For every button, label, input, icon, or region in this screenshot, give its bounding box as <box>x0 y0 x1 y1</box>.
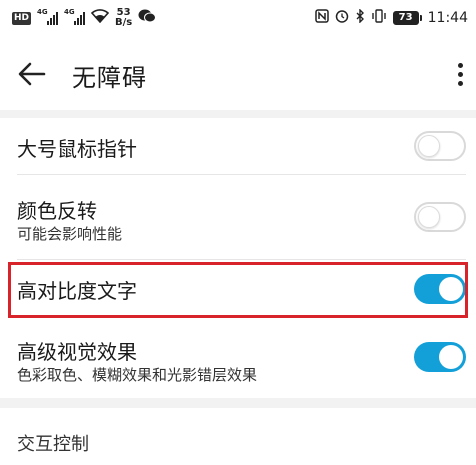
advanced-visual-effects-toggle[interactable] <box>414 342 466 372</box>
setting-title: 大号鼠标指针 <box>17 137 137 161</box>
page-title: 无障碍 <box>72 64 147 92</box>
section-divider <box>0 398 476 408</box>
signal-icon: 4G <box>37 8 59 25</box>
setting-title: 高对比度文字 <box>17 279 137 303</box>
clock: 11:44 <box>427 10 468 26</box>
arrow-left-icon <box>18 62 46 86</box>
battery-icon: 73 <box>392 11 422 25</box>
more-dot-icon <box>457 71 463 77</box>
toggle-knob <box>439 277 463 301</box>
section-header-interaction-control: 交互控制 <box>17 434 89 455</box>
setting-subtitle: 可能会影响性能 <box>17 225 123 243</box>
nfc-icon <box>314 9 329 27</box>
bluetooth-icon <box>355 8 365 27</box>
row-divider <box>17 259 466 260</box>
vibrate-icon <box>371 9 387 27</box>
more-dot-icon <box>457 62 463 68</box>
status-bar: HD 4G 4G 53 B/s 73 11:44 <box>0 0 476 36</box>
high-contrast-text-toggle[interactable] <box>414 274 466 304</box>
setting-title: 颜色反转 <box>17 199 97 223</box>
wifi-icon <box>90 9 110 27</box>
net-speed: 53 B/s <box>115 7 133 28</box>
setting-row-large-pointer[interactable]: 大号鼠标指针 <box>0 118 476 174</box>
toggle-knob <box>418 206 440 228</box>
large-pointer-toggle[interactable] <box>414 131 466 161</box>
setting-row-high-contrast-text[interactable]: 高对比度文字 <box>0 262 476 318</box>
status-right: 73 11:44 <box>314 8 468 27</box>
more-dot-icon <box>457 80 463 86</box>
setting-subtitle: 色彩取色、模糊效果和光影错层效果 <box>17 366 258 384</box>
setting-row-color-inversion[interactable]: 颜色反转 可能会影响性能 <box>0 175 476 259</box>
wechat-icon <box>138 9 157 27</box>
color-inversion-toggle[interactable] <box>414 202 466 232</box>
back-button[interactable] <box>14 56 50 92</box>
toggle-knob <box>439 345 463 369</box>
setting-title: 高级视觉效果 <box>17 340 137 364</box>
app-bar: 无障碍 <box>0 40 476 108</box>
hd-badge: HD <box>12 11 32 25</box>
setting-row-advanced-visual-effects[interactable]: 高级视觉效果 色彩取色、模糊效果和光影错层效果 <box>0 320 476 398</box>
status-left: HD 4G 4G 53 B/s <box>12 7 157 28</box>
section-divider <box>0 110 476 118</box>
alarm-icon <box>335 9 349 27</box>
toggle-knob <box>418 135 440 157</box>
signal-icon-2: 4G <box>64 8 86 25</box>
more-options-button[interactable] <box>448 56 472 92</box>
